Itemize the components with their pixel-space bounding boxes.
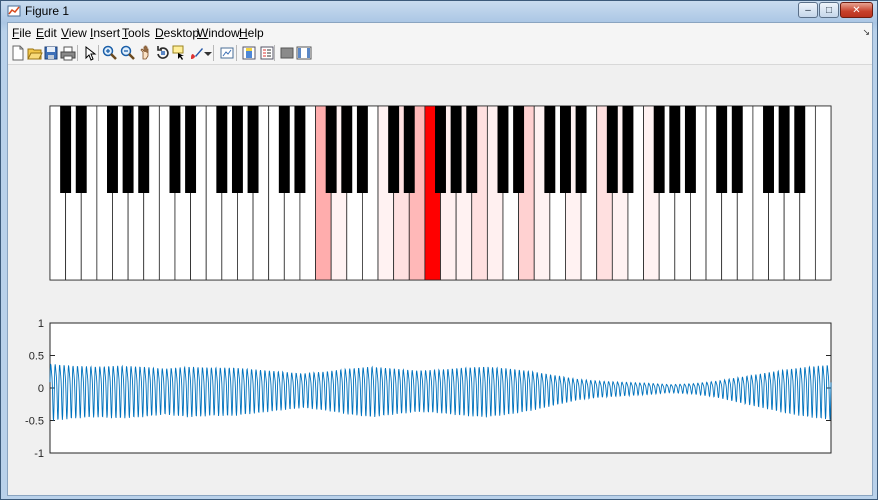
show-plot-tools-icon[interactable]	[296, 45, 312, 61]
brush-icon[interactable]	[189, 45, 205, 61]
piano-black-key	[107, 106, 118, 193]
menu-view[interactable]: View	[61, 26, 87, 40]
menu-bar: File Edit View Insert Tools Desktop Window Help…	[8, 23, 872, 42]
insert-legend-icon[interactable]	[259, 45, 275, 61]
menu-edit[interactable]: Edit	[36, 26, 57, 40]
link-plot-icon[interactable]	[219, 45, 235, 61]
toolbar-separator	[77, 45, 78, 61]
piano-black-key	[450, 106, 462, 193]
toolbar-separator	[213, 45, 214, 61]
figure-window: Figure 1 – □ ✕ File Edit View Insert Tools De…	[0, 0, 878, 500]
piano-black-key	[716, 106, 728, 193]
piano-black-key	[278, 106, 290, 193]
y-tick-label: 1	[38, 318, 44, 330]
piano-black-key	[122, 106, 134, 193]
y-tick-label: -0.5	[25, 416, 44, 428]
hide-plot-tools-icon[interactable]	[279, 45, 295, 61]
piano-black-key	[466, 106, 478, 193]
window-title: Figure 1	[25, 4, 70, 18]
close-icon: ✕	[852, 4, 861, 16]
y-tick-label: 0	[38, 383, 44, 395]
piano-black-key	[559, 106, 571, 193]
piano-black-key	[763, 106, 774, 193]
piano-black-key	[60, 106, 72, 193]
piano-black-key	[216, 106, 228, 193]
piano-black-key	[169, 106, 181, 193]
piano-black-key	[497, 106, 509, 193]
matlab-figure-icon	[7, 5, 21, 17]
maximize-icon: □	[825, 4, 833, 16]
menu-window[interactable]: Window	[197, 26, 240, 40]
piano-black-key	[653, 106, 665, 193]
piano-black-key	[622, 106, 634, 193]
minimize-button[interactable]: –	[798, 2, 818, 18]
maximize-button[interactable]: □	[819, 2, 839, 18]
figure-canvas: 1 0.5 0 -0.5 -1	[8, 65, 872, 495]
piano-black-key	[185, 106, 197, 193]
piano-black-key	[684, 106, 696, 193]
open-file-icon[interactable]	[27, 45, 43, 61]
close-button[interactable]: ✕	[840, 2, 873, 18]
rotate-3d-icon[interactable]	[155, 45, 171, 61]
menu-desktop[interactable]: Desktop	[155, 26, 199, 40]
piano-black-key	[247, 106, 259, 193]
data-cursor-icon[interactable]	[172, 45, 188, 61]
piano-black-key	[513, 106, 525, 193]
piano-black-key	[388, 106, 400, 193]
piano-black-key	[231, 106, 243, 193]
piano-black-key	[794, 106, 806, 193]
piano-black-key	[341, 106, 353, 193]
print-icon[interactable]	[60, 45, 76, 61]
figure-client-area: File Edit View Insert Tools Desktop Window Help…	[7, 22, 873, 496]
y-tick-label: 0.5	[29, 351, 44, 363]
piano-black-key	[325, 106, 337, 193]
pan-icon[interactable]	[138, 45, 154, 61]
piano-black-key	[669, 106, 681, 193]
zoom-in-icon[interactable]	[102, 45, 118, 61]
toolbar-separator	[274, 45, 275, 61]
figure-toolbar	[8, 42, 872, 65]
minimize-icon: –	[805, 4, 811, 16]
piano-black-key	[606, 106, 618, 193]
zoom-out-icon[interactable]	[120, 45, 136, 61]
piano-black-key	[731, 106, 743, 193]
edit-plot-icon[interactable]	[82, 45, 98, 61]
piano-keyboard-axes: 1 0.5 0 -0.5 -1	[25, 105, 832, 460]
piano-black-key	[75, 106, 87, 193]
piano-black-key	[544, 106, 556, 193]
piano-black-key	[575, 106, 587, 193]
y-tick-label: -1	[34, 448, 44, 460]
waveform-axes: 1 0.5 0 -0.5 -1	[25, 318, 832, 460]
insert-colorbar-icon[interactable]	[241, 45, 257, 61]
piano-black-key	[294, 106, 306, 193]
piano-black-key	[138, 106, 150, 193]
menu-file[interactable]: File	[12, 26, 31, 40]
piano-black-key	[778, 106, 790, 193]
dock-figure-icon[interactable]: ↘	[862, 27, 870, 38]
save-icon[interactable]	[43, 45, 59, 61]
piano-black-key	[356, 106, 368, 193]
piano-black-key	[403, 106, 415, 193]
menu-insert[interactable]: Insert	[90, 26, 120, 40]
brush-menu-icon[interactable]	[204, 45, 212, 61]
title-bar[interactable]: Figure 1 – □ ✕	[1, 1, 877, 21]
new-figure-icon[interactable]	[10, 45, 26, 61]
menu-help[interactable]: Help	[239, 26, 264, 40]
toolbar-separator	[98, 45, 99, 61]
toolbar-separator	[236, 45, 237, 61]
piano-white-key	[814, 105, 832, 281]
piano-black-key	[435, 106, 446, 193]
menu-tools[interactable]: Tools	[122, 26, 150, 40]
